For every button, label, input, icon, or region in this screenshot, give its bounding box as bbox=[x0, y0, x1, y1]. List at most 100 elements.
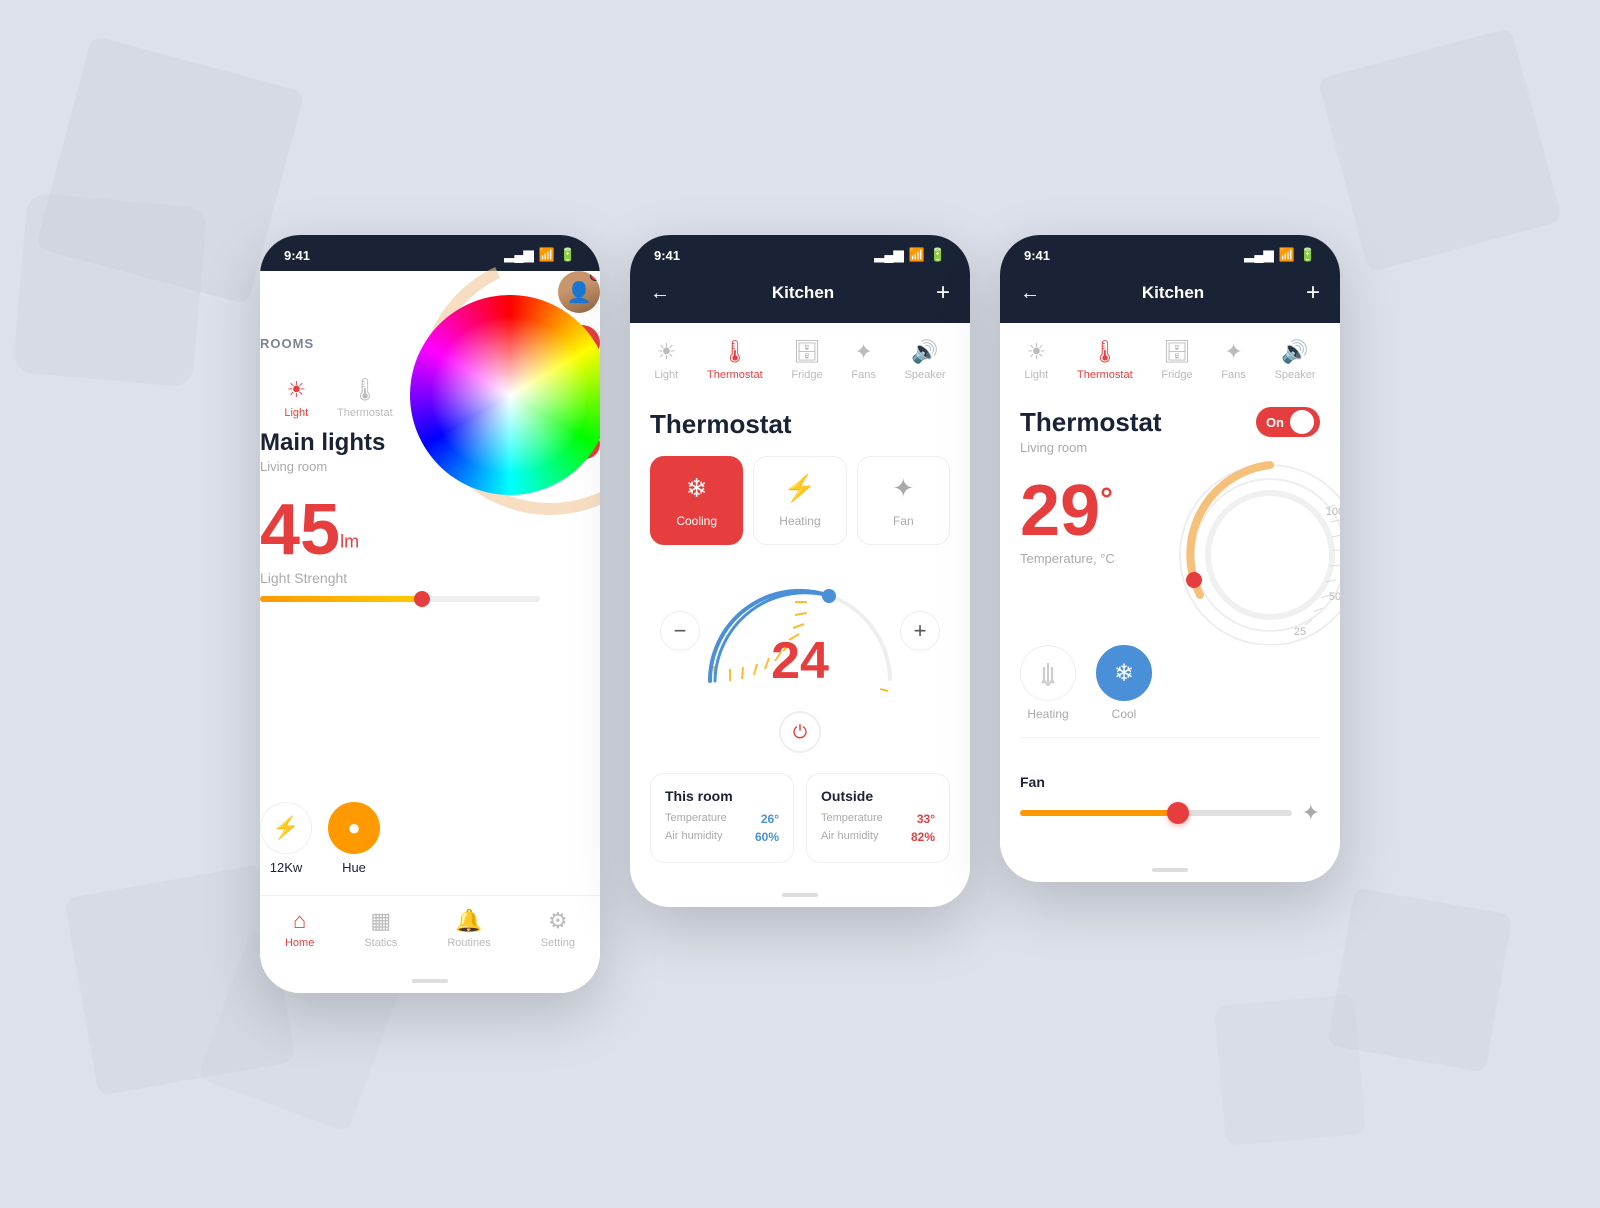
widget-power[interactable]: ⚡ 12Kw bbox=[260, 802, 312, 875]
mode-fan[interactable]: ✦ Fan bbox=[857, 456, 950, 545]
room-temp-label: Temperature bbox=[665, 812, 727, 826]
p3-mode-cool[interactable]: ❄ Cool bbox=[1096, 645, 1152, 721]
p3-cat-thermostat[interactable]: 🌡 Thermostat bbox=[1077, 339, 1133, 381]
dial-svg: 24 bbox=[700, 571, 900, 691]
routines-nav-icon: 🔔 bbox=[455, 908, 482, 934]
phone3-screen-title: Kitchen bbox=[1142, 283, 1204, 303]
phone1-tab-rooms[interactable]: ROOMS bbox=[260, 336, 314, 351]
phone2-screen-title: Kitchen bbox=[772, 283, 834, 303]
room-card-title: This room bbox=[665, 788, 779, 804]
device-subtitle: Living room bbox=[260, 459, 385, 474]
p2-cat-light-label: Light bbox=[654, 369, 678, 381]
phone2-status-bar: 9:41 ▂▄▆ 📶 🔋 bbox=[630, 235, 970, 271]
temp-decrease-button[interactable]: − bbox=[660, 611, 700, 651]
p3-mode-heating[interactable]: Heating bbox=[1020, 645, 1076, 721]
phone2-plus-button[interactable]: + bbox=[936, 279, 950, 307]
phone3-plus-button[interactable]: + bbox=[1306, 279, 1320, 307]
phone2-section-title: Thermostat bbox=[630, 391, 970, 440]
phone2-dial: − bbox=[630, 561, 970, 701]
svg-text:25: 25 bbox=[1294, 626, 1306, 638]
cat-light-label: Light bbox=[284, 407, 308, 419]
cooling-icon: ❄ bbox=[686, 473, 708, 504]
p3-modes: Heating ❄ Cool bbox=[1000, 645, 1340, 737]
outside-temp-label: Temperature bbox=[821, 812, 883, 826]
p3-cat-speaker[interactable]: 🔊 Speaker bbox=[1275, 339, 1316, 381]
cooling-label: Cooling bbox=[676, 514, 717, 528]
p3-heating-label: Heating bbox=[1027, 707, 1068, 721]
heating-label: Heating bbox=[779, 514, 820, 528]
p2-cat-speaker-label: Speaker bbox=[905, 369, 946, 381]
p2-speaker-icon: 🔊 bbox=[911, 339, 938, 365]
nav-setting[interactable]: ⚙ Setting bbox=[541, 908, 575, 949]
nav-statics-label: Statics bbox=[364, 937, 397, 949]
p2-cat-light[interactable]: ☀ Light bbox=[654, 339, 678, 381]
phone3-back-button[interactable]: ← bbox=[1020, 282, 1040, 305]
light-icon: ☀ bbox=[286, 377, 306, 403]
nav-routines[interactable]: 🔔 Routines bbox=[447, 908, 490, 949]
cat-thermostat[interactable]: 🌡 Thermostat bbox=[337, 377, 393, 419]
nav-home[interactable]: ⌂ Home bbox=[285, 908, 314, 949]
p2-cat-fans[interactable]: ✦ Fans bbox=[851, 339, 875, 381]
p3-thermostat-icon: 🌡 bbox=[1091, 339, 1119, 365]
p3-orange-arc bbox=[1190, 465, 1270, 595]
p3-heating-icon bbox=[1020, 645, 1076, 701]
phone3-header: ← Kitchen + bbox=[1000, 271, 1340, 323]
p3-cat-fans[interactable]: ✦ Fans bbox=[1221, 339, 1245, 381]
phone3-time: 9:41 bbox=[1024, 248, 1050, 263]
p2-cat-thermostat[interactable]: 🌡 Thermostat bbox=[707, 339, 763, 381]
p3-cat-speaker-label: Speaker bbox=[1275, 369, 1316, 381]
p3-arc-dot bbox=[1186, 572, 1202, 588]
p2-fridge-icon: 🗄 bbox=[793, 339, 821, 365]
p3-cat-fridge[interactable]: 🗄 Fridge bbox=[1161, 339, 1192, 381]
light-desc: Light Strenght bbox=[260, 570, 600, 586]
svg-text:50: 50 bbox=[1329, 591, 1340, 603]
outside-humidity-value: 82% bbox=[911, 830, 935, 844]
p3-cat-light[interactable]: ☀ Light bbox=[1024, 339, 1048, 381]
phone3-status-bar: 9:41 ▂▄▆ 📶 🔋 bbox=[1000, 235, 1340, 271]
cat-thermostat-label: Thermostat bbox=[337, 407, 393, 419]
fan-slider-thumb[interactable] bbox=[1167, 802, 1189, 824]
dial-temperature: 24 bbox=[771, 631, 829, 691]
p3-dial-arc: 100 75 50 25 bbox=[1140, 425, 1340, 650]
room-humidity-value: 60% bbox=[755, 830, 779, 844]
power-icon: ⚡ bbox=[260, 802, 312, 854]
phone2-header: ← Kitchen + bbox=[630, 271, 970, 323]
nav-routines-label: Routines bbox=[447, 937, 490, 949]
p2-fans-icon: ✦ bbox=[854, 339, 872, 365]
widget-hue[interactable]: ● Hue bbox=[328, 802, 380, 875]
widgets: ⚡ 12Kw ● Hue bbox=[260, 802, 600, 895]
phone1-tab-devices[interactable]: DEVICES bbox=[330, 336, 394, 351]
phone1-header-title: Home bbox=[260, 275, 343, 309]
p3-cat-thermostat-label: Thermostat bbox=[1077, 369, 1133, 381]
p3-cool-label: Cool bbox=[1112, 707, 1137, 721]
setting-nav-icon: ⚙ bbox=[548, 908, 568, 934]
mode-cooling[interactable]: ❄ Cooling bbox=[650, 456, 743, 545]
color-wheel[interactable] bbox=[410, 295, 600, 515]
mode-heating[interactable]: ⚡ Heating bbox=[753, 456, 846, 545]
phone2-kitchen: 9:41 ▂▄▆ 📶 🔋 ← Kitchen + ☀ Light 🌡 bbox=[630, 235, 970, 907]
room-humidity-label: Air humidity bbox=[665, 830, 722, 844]
nav-statics[interactable]: ▦ Statics bbox=[364, 908, 397, 949]
p3-cat-fans-label: Fans bbox=[1221, 369, 1245, 381]
phone2-mode-cards: ❄ Cooling ⚡ Heating ✦ Fan bbox=[630, 440, 970, 561]
device-title: Main lights bbox=[260, 429, 385, 457]
cat-light[interactable]: ☀ Light bbox=[284, 377, 308, 419]
outside-info-card: Outside Temperature 33° Air humidity 82% bbox=[806, 773, 950, 863]
p2-cat-fridge[interactable]: 🗄 Fridge bbox=[791, 339, 822, 381]
power-button[interactable]: ⏻ bbox=[779, 711, 821, 753]
phone2-body: ☀ Light 🌡 Thermostat 🗄 Fridge ✦ Fans 🔊 bbox=[630, 323, 970, 883]
p2-cat-fridge-label: Fridge bbox=[791, 369, 822, 381]
fan-slider-track[interactable] bbox=[1020, 810, 1292, 816]
outside-card-title: Outside bbox=[821, 788, 935, 804]
p2-cat-speaker[interactable]: 🔊 Speaker bbox=[905, 339, 946, 381]
phone1-bottom-nav: ⌂ Home ▦ Statics 🔔 Routines ⚙ Setting bbox=[260, 895, 600, 969]
p3-cat-fridge-label: Fridge bbox=[1161, 369, 1192, 381]
fan-end-icon: ✦ bbox=[1302, 800, 1320, 826]
temp-increase-button[interactable]: + bbox=[900, 611, 940, 651]
phone2-back-button[interactable]: ← bbox=[650, 282, 670, 305]
phone1-home: 9:41 ▂▄▆ 📶 🔋 Home 👤 ROOMS DEVICES bbox=[260, 235, 600, 993]
p2-thermostat-icon: 🌡 bbox=[721, 339, 749, 365]
outside-temp-value: 33° bbox=[917, 812, 935, 826]
phone1-body: Main lights Living room On 45lm Light St… bbox=[260, 429, 600, 895]
widget-hue-label: Hue bbox=[342, 860, 366, 875]
